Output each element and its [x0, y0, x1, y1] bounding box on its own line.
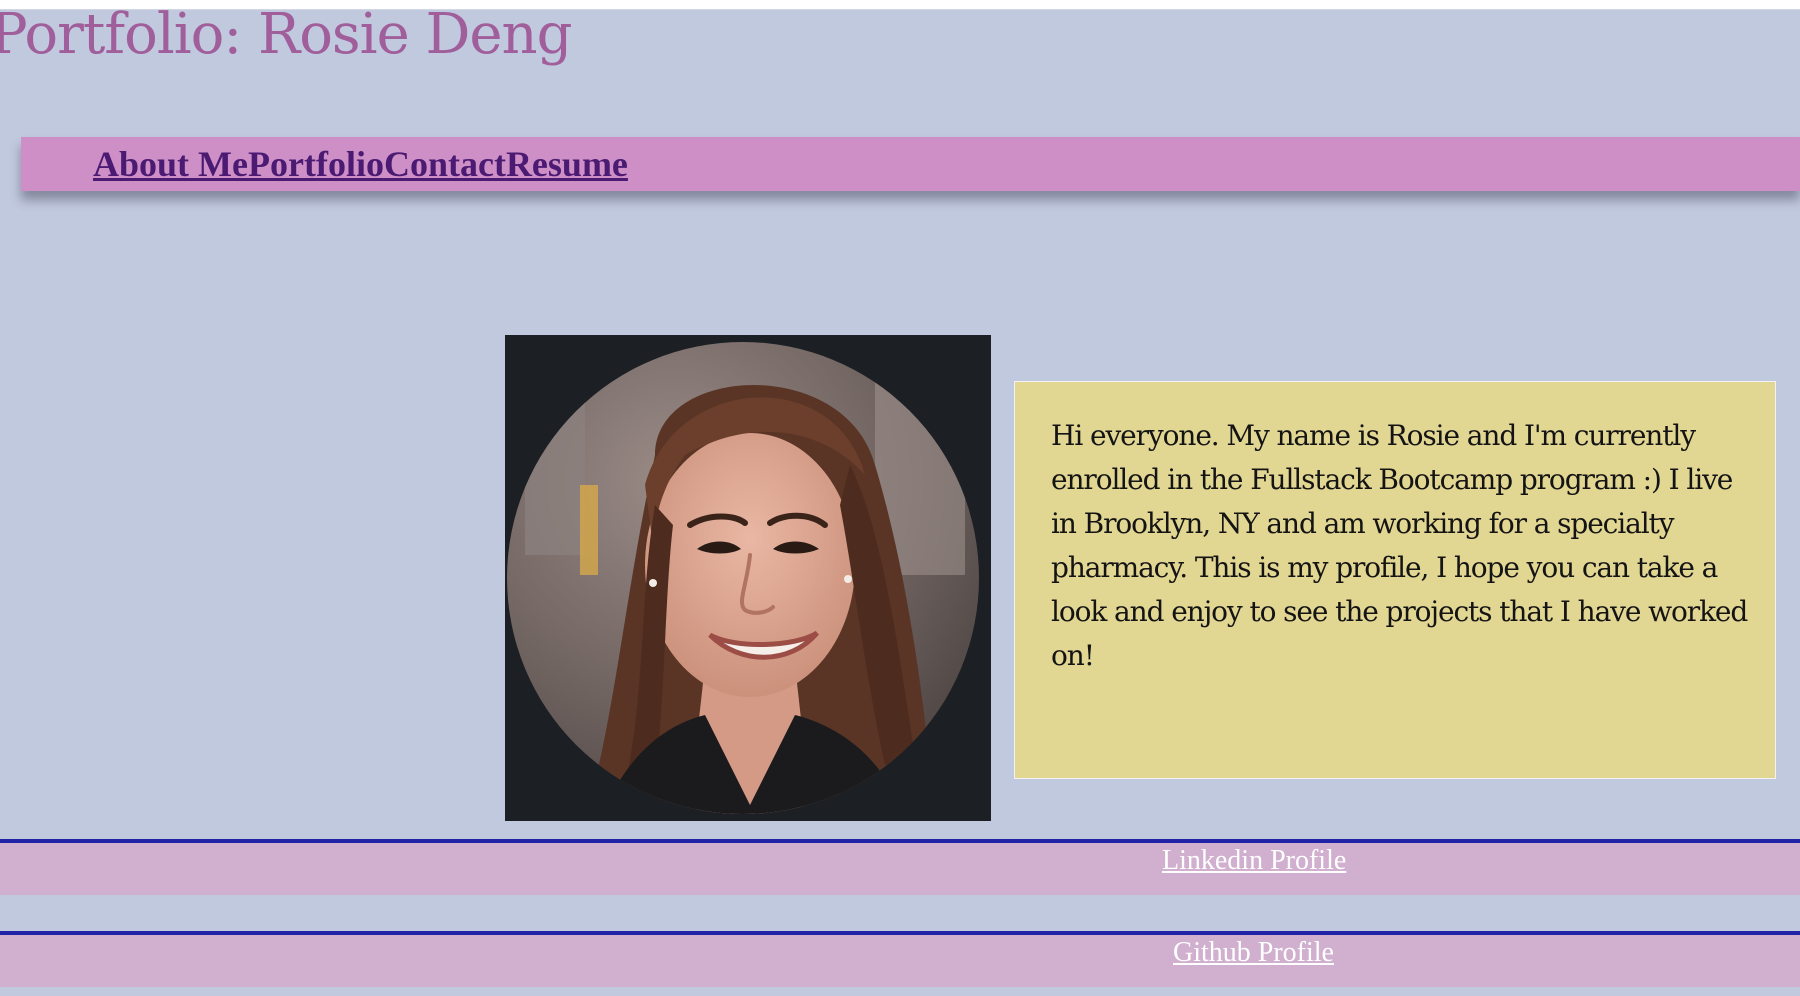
nav-links: About Me Portfolio Contact Resume: [93, 143, 628, 185]
bio-text: Hi everyone. My name is Rosie and I'm cu…: [1051, 419, 1748, 672]
nav-link-portfolio[interactable]: Portfolio: [248, 143, 384, 185]
linkedin-footer-bar: Linkedin Profile: [0, 839, 1800, 895]
linkedin-profile-link[interactable]: Linkedin Profile: [1162, 845, 1346, 877]
nav-link-contact[interactable]: Contact: [384, 143, 506, 185]
github-footer-bar: Github Profile: [0, 931, 1800, 987]
nav-link-resume[interactable]: Resume: [506, 143, 628, 185]
profile-photo: [505, 335, 991, 821]
navbar: About Me Portfolio Contact Resume: [21, 137, 1800, 191]
profile-photo-illustration: [507, 342, 979, 814]
nav-link-about-me[interactable]: About Me: [93, 143, 248, 185]
bio-card: Hi everyone. My name is Rosie and I'm cu…: [1014, 381, 1776, 779]
github-profile-link[interactable]: Github Profile: [1173, 937, 1334, 969]
page-title: Portfolio: Rosie Deng: [0, 2, 572, 67]
